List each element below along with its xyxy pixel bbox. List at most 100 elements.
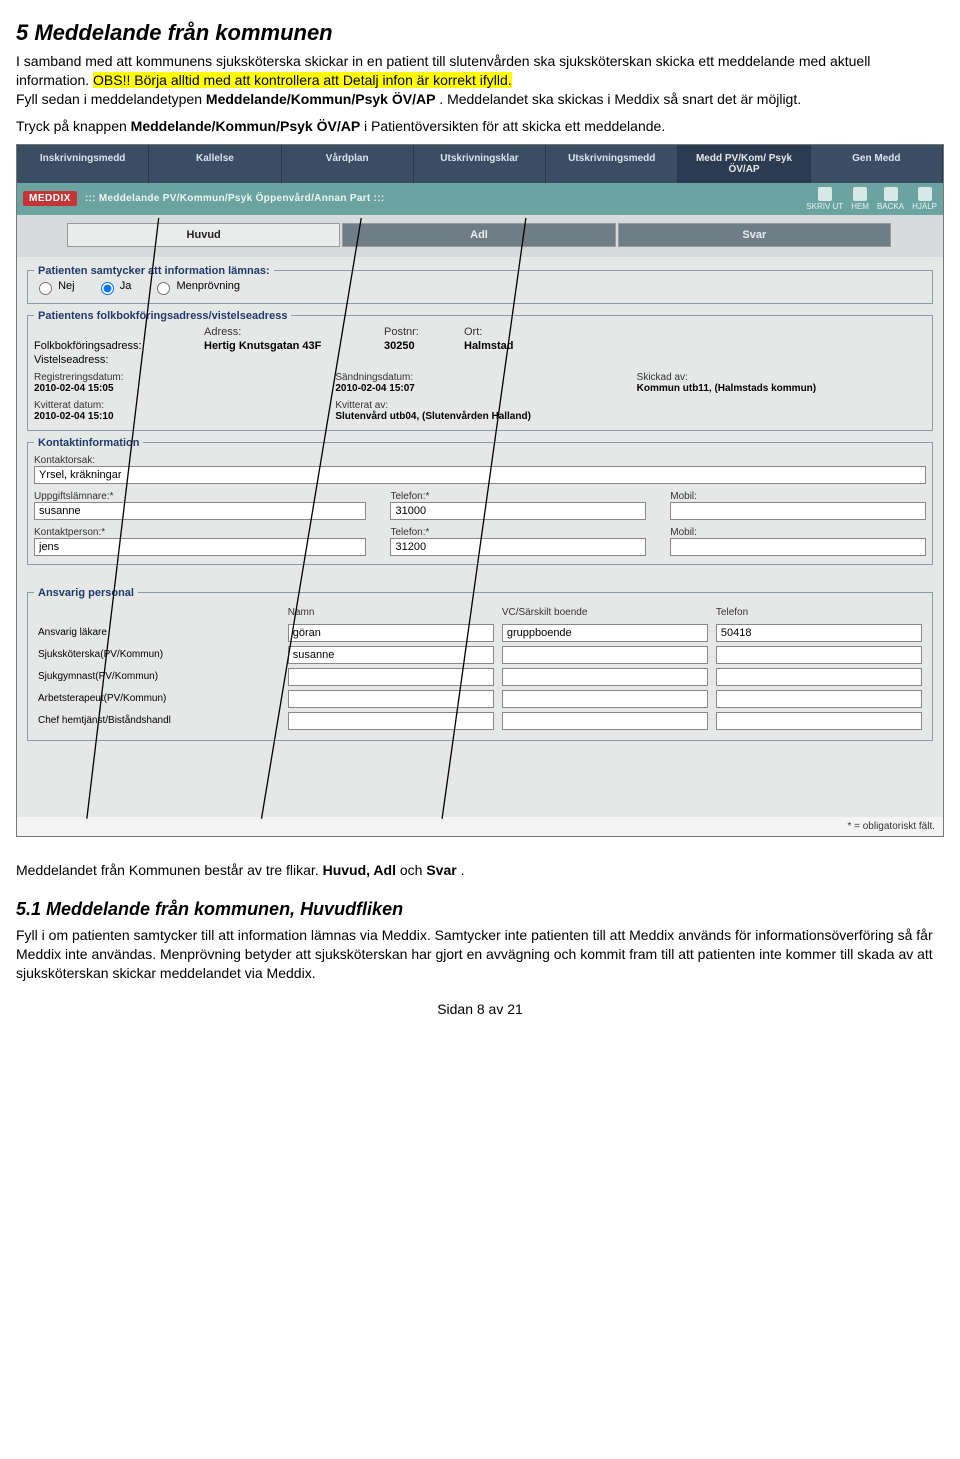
tab-gen-medd[interactable]: Gen Medd: [811, 145, 943, 183]
namn-input[interactable]: [288, 690, 494, 708]
folk-ort: Halmstad: [464, 340, 926, 352]
subtab-adl[interactable]: Adl: [342, 223, 615, 247]
table-row: Ansvarig läkare: [34, 622, 926, 644]
vc-input[interactable]: [502, 646, 708, 664]
sub-tabs: Huvud Adl Svar: [17, 215, 943, 257]
tab-vardplan[interactable]: Vårdplan: [282, 145, 414, 183]
sent-val: Kommun utb11, (Halmstads kommun): [637, 383, 926, 394]
kont-mob-input[interactable]: [670, 538, 926, 556]
kont-tel-lbl: Telefon:*: [390, 527, 429, 538]
role-cell: Sjukgymnast(PV/Kommun): [34, 666, 284, 688]
table-row: Sjukgymnast(PV/Kommun): [34, 666, 926, 688]
tab-medd-pv-kom[interactable]: Medd PV/Kom/ Psyk ÖV/AP: [678, 145, 810, 183]
namn-input[interactable]: [288, 646, 494, 664]
table-row: Arbetsterapeut(PV/Kommun): [34, 688, 926, 710]
consent-fieldset: Patienten samtycker att information lämn…: [27, 265, 933, 304]
kont-lbl: Kontaktperson:*: [34, 527, 105, 538]
uppg-mob-input[interactable]: [670, 502, 926, 520]
send-val: 2010-02-04 15:07: [335, 383, 624, 394]
tab-utskrivningsmedd[interactable]: Utskrivningsmedd: [546, 145, 678, 183]
consent-nej[interactable]: Nej: [34, 280, 75, 292]
hdr-vc: VC/Särskilt boende: [498, 603, 712, 622]
orsak-input[interactable]: [34, 466, 926, 484]
reg-val: 2010-02-04 15:05: [34, 383, 323, 394]
tel-input[interactable]: [716, 646, 922, 664]
namn-input[interactable]: [288, 712, 494, 730]
role-cell: Ansvarig läkare: [34, 622, 284, 644]
orsak-lbl: Kontaktorsak:: [34, 455, 926, 466]
address-legend: Patientens folkbokföringsadress/vistelse…: [34, 310, 291, 322]
tel-input[interactable]: [716, 690, 922, 708]
kv-av-val: Slutenvård utb04, (Slutenvården Halland): [335, 411, 624, 422]
consent-row: Nej Ja Menprövning: [34, 279, 926, 295]
address-fieldset: Patientens folkbokföringsadress/vistelse…: [27, 310, 933, 431]
tel-input[interactable]: [716, 624, 922, 642]
contact-legend: Kontaktinformation: [34, 437, 143, 449]
home-icon[interactable]: HEM: [851, 187, 869, 211]
body-text: Fyll i om patienten samtycker till att i…: [16, 926, 944, 983]
hdr-postnr: Postnr:: [384, 326, 454, 338]
vc-input[interactable]: [502, 624, 708, 642]
tab-utskrivningsklar[interactable]: Utskrivningsklar: [414, 145, 546, 183]
page-number: Sidan 8 av 21: [16, 1001, 944, 1017]
kont-tel-input[interactable]: [390, 538, 646, 556]
app-screenshot: Inskrivningsmedd Kallelse Vårdplan Utskr…: [16, 144, 944, 837]
vc-input[interactable]: [502, 690, 708, 708]
tel-input[interactable]: [716, 668, 922, 686]
tel-input[interactable]: [716, 712, 922, 730]
uppg-mob-lbl: Mobil:: [670, 491, 697, 502]
meddix-logo: MEDDIX: [23, 191, 77, 206]
help-icon[interactable]: HJÄLP: [912, 187, 937, 211]
obligatory-note: * = obligatoriskt fält.: [17, 817, 943, 836]
meddix-title: ::: Meddelande PV/Kommun/Psyk Öppenvård/…: [85, 193, 806, 204]
kv-av-lbl: Kvitterat av:: [335, 400, 624, 411]
hdr-tel: Telefon: [712, 603, 926, 622]
role-cell: Chef hemtjänst/Biståndshandl: [34, 710, 284, 732]
uppg-lbl: Uppgiftslämnare:*: [34, 491, 113, 502]
back-icon[interactable]: BACKA: [877, 187, 904, 211]
intro-text-2: Fyll sedan i meddelandetypen: [16, 91, 206, 107]
tab-kallelse[interactable]: Kallelse: [149, 145, 281, 183]
meddix-icons: SKRIV UT HEM BACKA HJÄLP: [806, 187, 937, 211]
consent-ja[interactable]: Ja: [96, 280, 132, 292]
after-bold-1: Huvud, Adl: [323, 862, 396, 878]
after-text-1: Meddelandet från Kommunen består av tre …: [16, 862, 323, 878]
hdr-namn: Namn: [284, 603, 498, 622]
vc-input[interactable]: [502, 668, 708, 686]
namn-input[interactable]: [288, 668, 494, 686]
reg-lbl: Registreringsdatum:: [34, 372, 323, 383]
print-icon[interactable]: SKRIV UT: [806, 187, 843, 211]
meddix-header: MEDDIX ::: Meddelande PV/Kommun/Psyk Öpp…: [17, 183, 943, 215]
vist-label: Vistelseadress:: [34, 354, 194, 366]
table-row: Chef hemtjänst/Biståndshandl: [34, 710, 926, 732]
consent-legend: Patienten samtycker att information lämn…: [34, 265, 274, 277]
uppg-input[interactable]: [34, 502, 366, 520]
namn-input[interactable]: [288, 624, 494, 642]
after-paragraph: Meddelandet från Kommunen består av tre …: [16, 861, 944, 880]
folk-adress: Hertig Knutsgatan 43F: [204, 340, 374, 352]
consent-menprovning[interactable]: Menprövning: [152, 280, 240, 292]
sent-lbl: Skickad av:: [637, 372, 926, 383]
role-cell: Sjuksköterska(PV/Kommun): [34, 644, 284, 666]
kv-date-val: 2010-02-04 15:10: [34, 411, 323, 422]
intro-bold-1: Meddelande/Kommun/Psyk ÖV/AP: [206, 91, 436, 107]
intro-text-3: . Meddelandet ska skickas i Meddix så sn…: [439, 91, 801, 107]
intro-paragraph: I samband med att kommunens sjukskötersk…: [16, 52, 944, 109]
folk-label: Folkbokföringsadress:: [34, 340, 194, 352]
tab-inskrivningsmedd[interactable]: Inskrivningsmedd: [17, 145, 149, 183]
kont-input[interactable]: [34, 538, 366, 556]
hdr-adress: Adress:: [204, 326, 374, 338]
subtab-svar[interactable]: Svar: [618, 223, 891, 247]
folk-postnr: 30250: [384, 340, 454, 352]
top-nav: Inskrivningsmedd Kallelse Vårdplan Utskr…: [17, 145, 943, 183]
preclick-bold: Meddelande/Kommun/Psyk ÖV/AP: [131, 118, 361, 134]
kv-date-lbl: Kvitterat datum:: [34, 400, 323, 411]
subtab-huvud[interactable]: Huvud: [67, 223, 340, 247]
uppg-tel-lbl: Telefon:*: [390, 491, 429, 502]
panel-body: Patienten samtycker att information lämn…: [17, 257, 943, 817]
after-text-3: .: [461, 862, 465, 878]
kont-mob-lbl: Mobil:: [670, 527, 697, 538]
uppg-tel-input[interactable]: [390, 502, 646, 520]
personnel-table: Namn VC/Särskilt boende Telefon Ansvarig…: [34, 603, 926, 732]
vc-input[interactable]: [502, 712, 708, 730]
